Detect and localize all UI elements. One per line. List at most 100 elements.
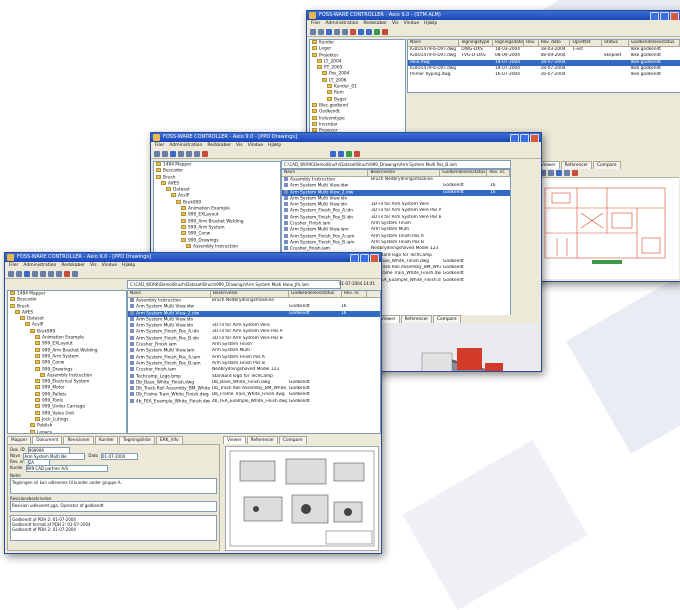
tab-mapper[interactable]: Mapper	[7, 436, 32, 444]
table-row[interactable]: 4b_FEA_Example_White_Finish.dwg4b_FEA_Ex…	[128, 398, 380, 405]
checkin-icon[interactable]	[374, 28, 380, 35]
tree-node[interactable]: Assembly Instruction	[154, 243, 280, 250]
doc-history-field[interactable]: Godkendt af PDH 2: 01-07-2004 Godkendt f…	[10, 515, 217, 541]
tree-node[interactable]: Legacy	[8, 429, 126, 433]
copy-icon[interactable]	[334, 28, 340, 35]
print-icon[interactable]	[56, 270, 62, 277]
col-rev[interactable]: Rev.	[524, 40, 539, 46]
middle-address-bar[interactable]: C:\CAD_WORK\Demo\Bruch\Dataset\Bruch\999…	[281, 160, 511, 169]
close-button[interactable]	[530, 134, 539, 142]
view-icon[interactable]	[338, 150, 344, 157]
minimize-button[interactable]	[510, 134, 519, 142]
col-beskrivelse[interactable]: Beskrivelse	[211, 291, 289, 297]
doc-note-field[interactable]: Tegningen vil kun udleveres til kunder u…	[10, 478, 217, 494]
tab-kunder[interactable]: Kunder	[94, 436, 119, 444]
col-oprettet[interactable]: Oprettet	[570, 40, 603, 46]
menu-redskaber[interactable]: Redskaber	[363, 20, 387, 27]
3d-model-view[interactable]	[377, 323, 539, 371]
home-icon[interactable]	[154, 150, 160, 157]
maximize-button[interactable]	[360, 254, 369, 262]
cad-drawing-view[interactable]	[537, 178, 679, 279]
refresh-icon[interactable]	[330, 150, 336, 157]
tab-revisioner[interactable]: Revisioner	[63, 436, 94, 444]
maximize-button[interactable]	[660, 12, 669, 20]
delete-icon[interactable]	[202, 150, 208, 157]
menu-vis[interactable]: Vis	[90, 262, 97, 269]
copy-icon[interactable]	[32, 270, 38, 277]
col-tegningsdato[interactable]: Tegningsdato	[493, 40, 525, 46]
tab-tegningsliste[interactable]: Tegningsliste	[119, 436, 155, 444]
tab-referencer[interactable]: Referencer	[246, 436, 279, 444]
checkout-icon[interactable]	[354, 150, 360, 157]
menu-redskaber[interactable]: Redskaber	[207, 142, 231, 149]
minimize-button[interactable]	[650, 12, 659, 20]
search-icon[interactable]	[24, 270, 30, 277]
rotate-icon[interactable]	[564, 170, 570, 176]
home-icon[interactable]	[8, 270, 14, 277]
minimize-button[interactable]	[350, 254, 359, 262]
search-icon[interactable]	[170, 150, 176, 157]
col-godkendelsesstatus[interactable]: Godkendelsesstatus	[440, 170, 488, 176]
checkout-icon[interactable]	[382, 28, 388, 35]
table-row[interactable]: Primer Ryping.dwg 16-07-2004 16-07-2004 Ikk…	[408, 72, 680, 78]
menu-filer[interactable]: Filer	[311, 20, 320, 27]
checkin-icon[interactable]	[346, 150, 352, 157]
doc-status-field[interactable]: Revision udleveret pga. Operator af godk…	[10, 501, 217, 512]
maximize-button[interactable]	[520, 134, 529, 142]
paste-icon[interactable]	[186, 150, 192, 157]
tab-compare[interactable]: Compare	[593, 161, 621, 169]
tab-referencer[interactable]: Referencer	[400, 315, 433, 323]
copy-icon[interactable]	[178, 150, 184, 157]
close-button[interactable]	[670, 12, 679, 20]
tab-erk-info[interactable]: ERK_Info	[155, 436, 183, 444]
delete-icon[interactable]	[64, 270, 70, 277]
folder-icon[interactable]	[318, 28, 324, 35]
front-window-titlebar[interactable]: FOSS-WARE CONTROLLER - Aeio 9.0 - [PPD D…	[5, 253, 381, 262]
doc-customer-field[interactable]: 999 CAD partner A/S	[25, 465, 108, 472]
col-godkendelsesstatus[interactable]: Godkendelsesstatus	[289, 291, 342, 297]
menu-administration[interactable]: Administration	[169, 142, 202, 149]
tab-referencer[interactable]: Referencer	[560, 161, 593, 169]
menu-filer[interactable]: Filer	[155, 142, 164, 149]
drawing-view[interactable]	[225, 446, 379, 551]
cut-icon[interactable]	[72, 270, 78, 277]
menu-administration[interactable]: Administration	[23, 262, 56, 269]
col-rev-nr[interactable]: Rev. nr.	[487, 170, 510, 176]
paste-icon[interactable]	[342, 28, 348, 35]
folder-icon[interactable]	[162, 150, 168, 157]
back-window-titlebar[interactable]: FOSS-WARE CONTROLLER - Aeio 9.0 - (STM A…	[307, 11, 680, 20]
col-tegningstype[interactable]: Tegningstype	[459, 40, 493, 46]
search-icon[interactable]	[326, 28, 332, 35]
menu-hjaelp[interactable]: Hjælp	[268, 142, 281, 149]
tab-viewer[interactable]: Viewer	[223, 436, 246, 444]
pan-icon[interactable]	[556, 170, 562, 176]
col-navn[interactable]: Navn	[408, 40, 459, 46]
menu-filer[interactable]: Filer	[9, 262, 18, 269]
menu-vis[interactable]: Vis	[392, 20, 399, 27]
menu-vindue[interactable]: Vindue	[102, 262, 118, 269]
delete-icon[interactable]	[350, 28, 356, 35]
paste-icon[interactable]	[40, 270, 46, 277]
menu-administration[interactable]: Administration	[325, 20, 358, 27]
col-rev-dato[interactable]: Rev. dato	[539, 40, 571, 46]
menu-vis[interactable]: Vis	[236, 142, 243, 149]
folder-icon[interactable]	[16, 270, 22, 277]
col-beskrivelse[interactable]: Beskrivelse	[368, 170, 441, 176]
doc-date-field[interactable]: 01-07-2004	[100, 453, 138, 460]
col-godkendelse[interactable]: Godkendelsesstatus	[629, 40, 680, 46]
tab-dokument[interactable]: Dokument	[32, 436, 63, 444]
home-icon[interactable]	[310, 28, 316, 35]
close-button[interactable]	[370, 254, 379, 262]
menu-hjaelp[interactable]: Hjælp	[424, 20, 437, 27]
properties-icon[interactable]	[48, 270, 54, 277]
col-rev-nr[interactable]: Rev. nr.	[342, 291, 367, 297]
properties-icon[interactable]	[194, 150, 200, 157]
view-icon[interactable]	[366, 28, 372, 35]
tab-compare[interactable]: Compare	[433, 315, 461, 323]
menu-vindue[interactable]: Vindue	[248, 142, 264, 149]
menu-hjaelp[interactable]: Hjælp	[122, 262, 135, 269]
col-navn[interactable]: Navn	[282, 170, 369, 176]
col-status[interactable]: Status	[602, 40, 630, 46]
middle-window-titlebar[interactable]: FOSS-WARE CONTROLLER - Aeio 9.0 - [PPD D…	[151, 133, 541, 142]
menu-redskaber[interactable]: Redskaber	[61, 262, 85, 269]
